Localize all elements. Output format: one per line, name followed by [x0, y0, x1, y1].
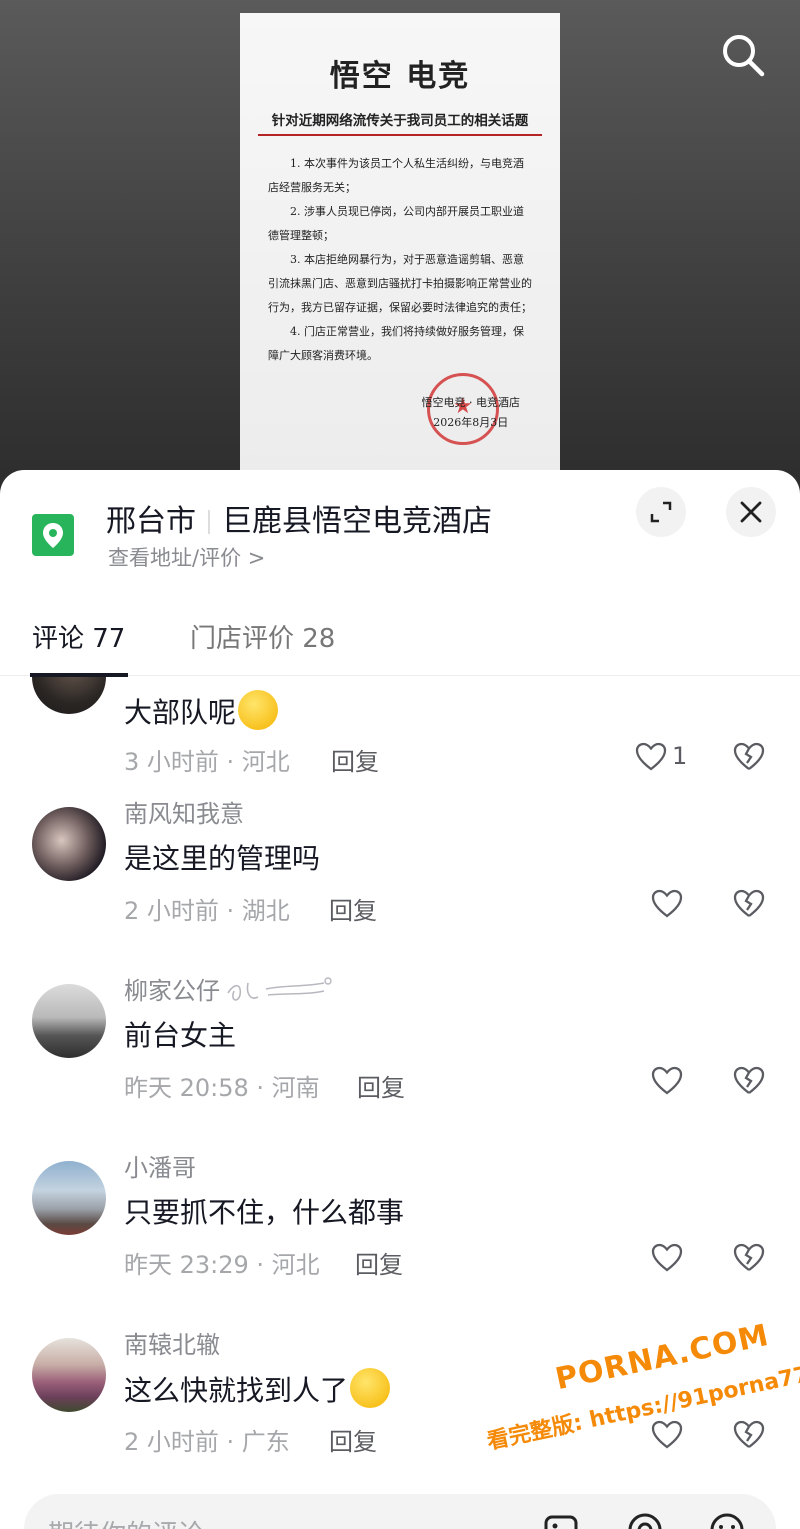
comment-item: 小潘哥 只要抓不住，什么都事 昨天 23:29 · 河北 回复	[0, 1154, 800, 1337]
reply-button[interactable]: 回复	[329, 891, 377, 926]
expand-button[interactable]	[636, 487, 686, 537]
comment-username[interactable]: 小潘哥	[124, 1148, 196, 1183]
doc-paragraph: 4. 门店正常营业，我们将持续做好服务管理，保障广大顾客消费环境。	[268, 325, 524, 362]
like-count: 1	[672, 742, 688, 770]
avatar[interactable]	[32, 1338, 106, 1412]
comment-meta: 2 小时前 · 湖北	[124, 897, 290, 925]
comment-meta: 3 小时前 · 河北	[124, 748, 290, 776]
broken-heart-icon[interactable]	[732, 740, 766, 774]
heart-icon[interactable]	[650, 1241, 684, 1275]
avatar[interactable]	[32, 1161, 106, 1235]
location-title[interactable]: 邢台市 巨鹿县悟空电竞酒店	[106, 496, 492, 540]
comment-text: 这么快就找到人了	[124, 1368, 391, 1409]
reply-button[interactable]: 回复	[357, 1068, 405, 1103]
comment-text: 只要抓不住，什么都事	[124, 1196, 405, 1229]
comment-meta: 2 小时前 · 广东	[124, 1428, 290, 1456]
comment-input-bar[interactable]: 期待你的评论	[24, 1494, 776, 1529]
comment-username[interactable]: 柳家公仔	[124, 971, 334, 1006]
doc-signature: 悟空电竞 · 电竞酒店	[421, 396, 521, 409]
comment-username[interactable]: 南风知我意	[124, 794, 244, 829]
comment-username[interactable]: 南辕北辙	[124, 1325, 220, 1360]
heart-icon[interactable]	[650, 1064, 684, 1098]
doc-logo: 悟空 电竞	[329, 59, 471, 94]
tab-comments[interactable]: 评论 77	[32, 618, 125, 655]
doc-paragraph: 1. 本次事件为该员工个人私生活纠纷，与电竞酒店经营服务无关；	[268, 157, 524, 194]
avatar[interactable]	[32, 807, 106, 881]
reply-button[interactable]: 回复	[329, 1422, 377, 1457]
comment-meta: 昨天 23:29 · 河北	[124, 1251, 320, 1279]
search-button[interactable]	[718, 30, 768, 80]
close-button[interactable]	[726, 487, 776, 537]
tab-bar: 评论 77 门店评价 28	[0, 618, 800, 676]
expand-icon	[650, 501, 672, 523]
comment-item: 柳家公仔 前台女主 昨天 20:58 · 河南 回复	[0, 977, 800, 1160]
title-divider	[208, 510, 210, 534]
announcement-document: 悟空 电竞 针对近期网络流传关于我司员工的相关话题 1. 本次事件为该员工个人私…	[240, 13, 560, 483]
doc-date: 2026年8月3日	[433, 416, 509, 429]
doc-body: 1. 本次事件为该员工个人私生活纠纷，与电竞酒店经营服务无关； 2. 涉事人员现…	[240, 136, 560, 368]
broken-heart-icon[interactable]	[732, 887, 766, 921]
comment-item: 大部队呢 3 小时前 · 河北 回复 1	[0, 677, 800, 806]
video-area[interactable]: 悟空 电竞 针对近期网络流传关于我司员工的相关话题 1. 本次事件为该员工个人私…	[0, 0, 800, 500]
avatar[interactable]	[32, 984, 106, 1058]
heart-icon[interactable]	[650, 887, 684, 921]
close-icon	[740, 501, 762, 523]
broken-heart-icon[interactable]	[732, 1241, 766, 1275]
heart-icon[interactable]	[634, 740, 668, 774]
location-name: 巨鹿县悟空电竞酒店	[222, 504, 492, 539]
doc-title: 针对近期网络流传关于我司员工的相关话题	[258, 109, 542, 136]
location-badge	[32, 514, 74, 556]
comment-text: 是这里的管理吗	[124, 842, 321, 875]
tab-store-reviews[interactable]: 门店评价 28	[190, 618, 335, 655]
emoji-icon[interactable]	[708, 1511, 746, 1529]
comment-meta: 昨天 20:58 · 河南	[124, 1074, 320, 1102]
comment-input-placeholder[interactable]: 期待你的评论	[48, 1514, 204, 1529]
reply-button[interactable]: 回复	[355, 1245, 403, 1280]
view-address-link[interactable]: 查看地址/评价 >	[108, 542, 265, 572]
signature-decoration-icon	[227, 977, 332, 1001]
comment-text: 前台女主	[124, 1019, 237, 1052]
doc-signature-block: 悟空电竞 · 电竞酒店 2026年8月3日	[422, 393, 521, 433]
comment-item: 南风知我意 是这里的管理吗 2 小时前 · 湖北 回复	[0, 800, 800, 983]
doc-paragraph: 3. 本店拒绝网暴行为，对于恶意造谣剪辑、恶意引流抹黑门店、恶意到店骚扰打卡拍摄…	[268, 253, 532, 314]
reply-button[interactable]: 回复	[331, 742, 379, 777]
image-icon[interactable]	[542, 1511, 580, 1529]
grin-emoji-icon	[350, 1368, 391, 1408]
location-city: 邢台市	[106, 504, 196, 539]
search-icon	[723, 35, 765, 77]
smirk-emoji-icon	[238, 690, 279, 730]
broken-heart-icon[interactable]	[732, 1064, 766, 1098]
avatar[interactable]	[32, 677, 106, 714]
doc-paragraph: 2. 涉事人员现已停岗，公司内部开展员工职业道德管理整顿；	[268, 205, 524, 242]
comment-text: 大部队呢	[124, 690, 279, 731]
location-pin-icon	[43, 523, 63, 548]
at-icon[interactable]	[626, 1511, 664, 1529]
